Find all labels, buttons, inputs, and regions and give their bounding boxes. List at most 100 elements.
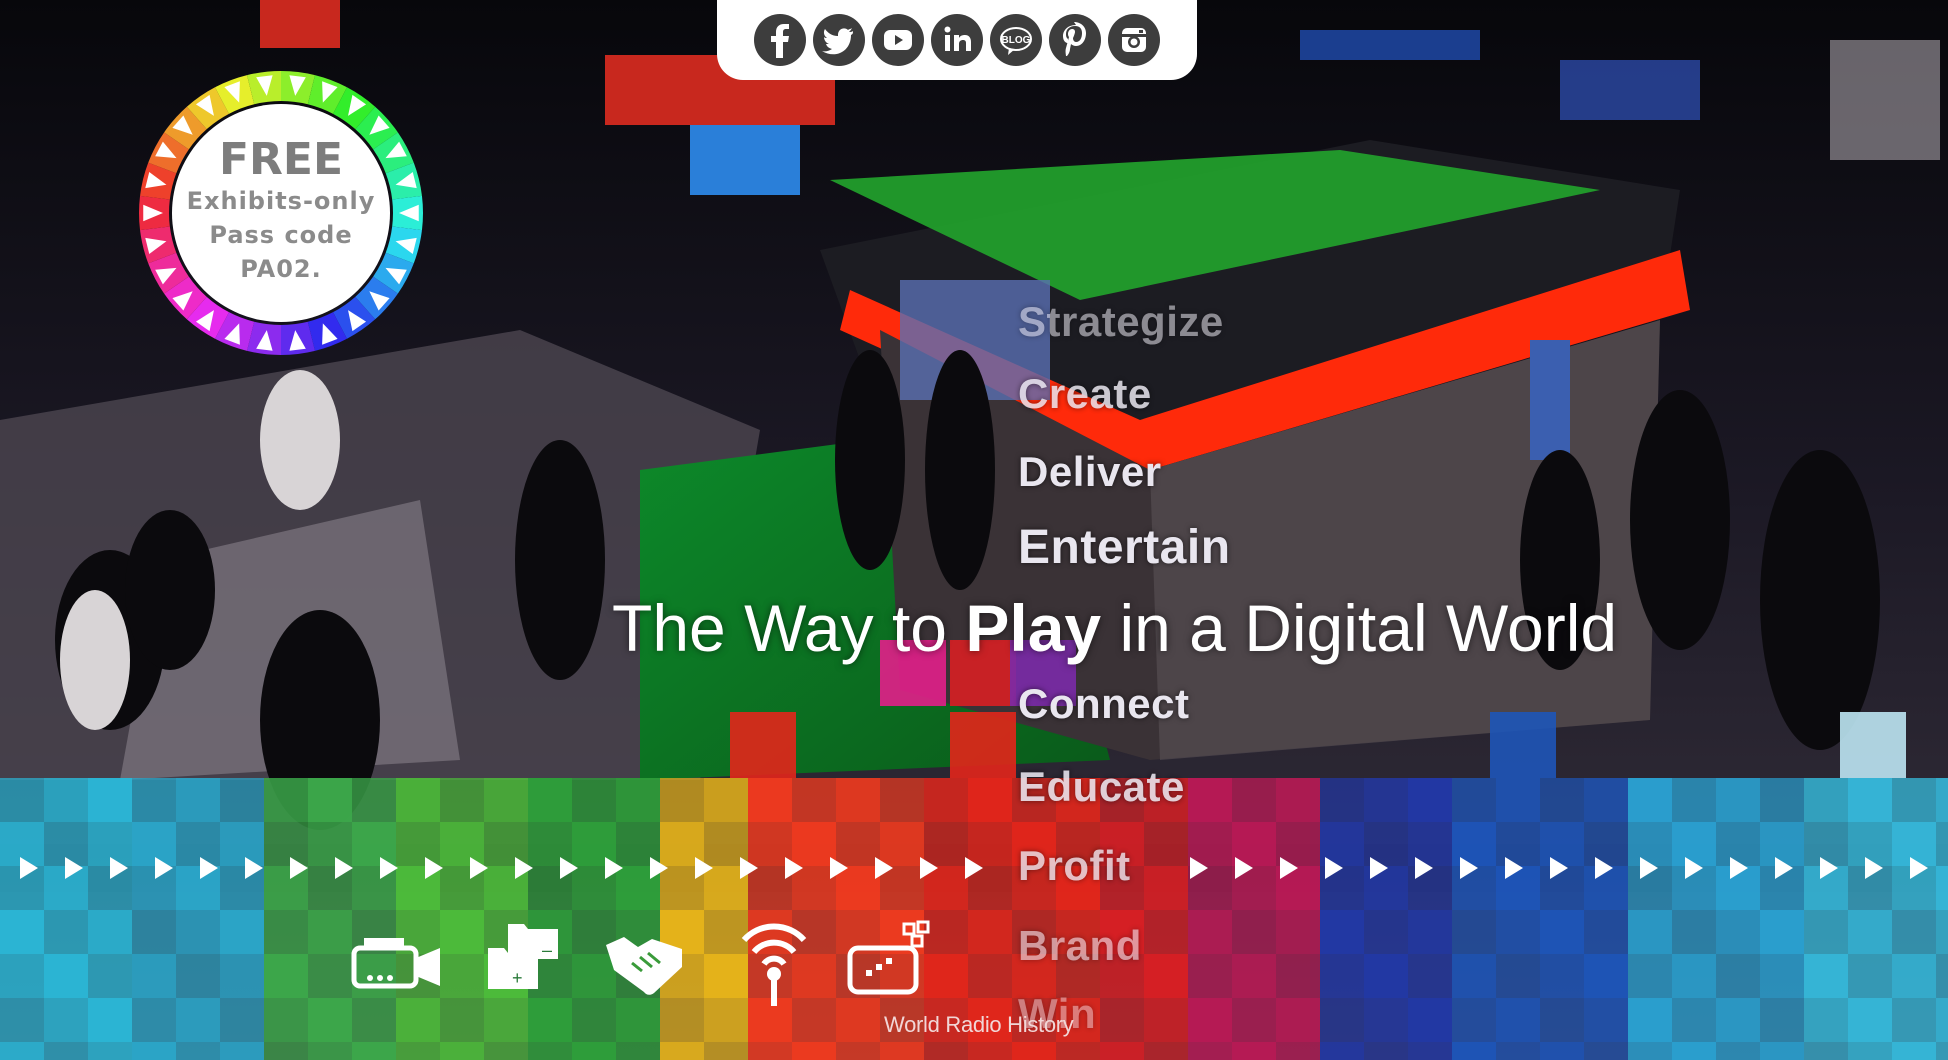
- mosaic-tile: [1936, 822, 1948, 866]
- mosaic-tile: [616, 998, 660, 1042]
- mosaic-tile: [1012, 1042, 1056, 1060]
- mosaic-tile: [1452, 822, 1496, 866]
- mosaic-tile: [88, 778, 132, 822]
- pinterest-icon[interactable]: [1049, 14, 1101, 66]
- mosaic-tile: [572, 822, 616, 866]
- mosaic-tile: [924, 822, 968, 866]
- mosaic-tile: [1804, 998, 1848, 1042]
- mosaic-tile: [1496, 998, 1540, 1042]
- linkedin-icon[interactable]: [931, 14, 983, 66]
- mosaic-tile: [1232, 1042, 1276, 1060]
- mosaic-tile: [528, 1042, 572, 1060]
- mosaic-tile: [1408, 998, 1452, 1042]
- mosaic-tile: [1540, 778, 1584, 822]
- mosaic-tile: [396, 1042, 440, 1060]
- mosaic-tile: [1848, 1042, 1892, 1060]
- mosaic-tile: [1672, 954, 1716, 998]
- mosaic-tile: [1628, 778, 1672, 822]
- mosaic-tile: [1716, 954, 1760, 998]
- mosaic-tile: [1936, 866, 1948, 910]
- headline-emphasis: Play: [965, 591, 1102, 665]
- mosaic-tile: [968, 954, 1012, 998]
- badge-text-block: FREE Exhibits-only Pass code PA02.: [172, 104, 390, 322]
- mosaic-tile: [1760, 954, 1804, 998]
- verb-entertain: Entertain: [1018, 521, 1231, 574]
- mosaic-tile: [1276, 954, 1320, 998]
- verb-strategize: Strategize: [1018, 298, 1224, 345]
- mosaic-tile: [1144, 1042, 1188, 1060]
- mosaic-tile: [1892, 822, 1936, 866]
- mosaic-tile: [1188, 822, 1232, 866]
- mosaic-tile: [792, 866, 836, 910]
- mosaic-tile: [1496, 954, 1540, 998]
- mosaic-tile: [1716, 822, 1760, 866]
- mosaic-tile: [132, 822, 176, 866]
- mosaic-tile: [836, 866, 880, 910]
- mosaic-tile: [220, 822, 264, 866]
- svg-text:–: –: [542, 940, 552, 960]
- mosaic-tile: [1936, 1042, 1948, 1060]
- mosaic-tile: [132, 954, 176, 998]
- twitter-icon[interactable]: [813, 14, 865, 66]
- mosaic-tile: [1496, 1042, 1540, 1060]
- mosaic-tile: [352, 822, 396, 866]
- blog-icon[interactable]: BLOG: [990, 14, 1042, 66]
- mosaic-tile: [1496, 910, 1540, 954]
- mosaic-tile: [1840, 712, 1906, 778]
- mosaic-tile: [396, 822, 440, 866]
- mosaic-tile: [132, 778, 176, 822]
- mosaic-tile: [1496, 778, 1540, 822]
- mosaic-tile: [264, 822, 308, 866]
- mosaic-tile: [1188, 998, 1232, 1042]
- mosaic-tile: [132, 1042, 176, 1060]
- mosaic-tile: [220, 1042, 264, 1060]
- mosaic-tile: [792, 778, 836, 822]
- mosaic-tile: [1452, 866, 1496, 910]
- mosaic-tile: [44, 954, 88, 998]
- mosaic-tile: [264, 1042, 308, 1060]
- mosaic-tile: [1760, 778, 1804, 822]
- mosaic-tile: [1144, 998, 1188, 1042]
- mosaic-tile: [880, 822, 924, 866]
- mosaic-tile: [1144, 910, 1188, 954]
- mosaic-tile: [1540, 910, 1584, 954]
- mosaic-tile: [1848, 910, 1892, 954]
- mosaic-tile: [1716, 910, 1760, 954]
- handshake-icon: [606, 937, 682, 995]
- mosaic-tile: [836, 998, 880, 1042]
- mosaic-tile: [176, 778, 220, 822]
- mosaic-tile: [0, 1042, 44, 1060]
- mosaic-tile: [0, 910, 44, 954]
- mosaic-tile: [1408, 866, 1452, 910]
- mosaic-tile: [484, 998, 528, 1042]
- mosaic-tile: [880, 866, 924, 910]
- mosaic-tile: [440, 998, 484, 1042]
- mosaic-tile: [440, 822, 484, 866]
- advertisement-page: BLOG FREE Exhibits-only Pass code PA02. …: [0, 0, 1948, 1060]
- mosaic-tile: [1672, 910, 1716, 954]
- mosaic-tile: [264, 998, 308, 1042]
- mosaic-tile: [616, 1042, 660, 1060]
- mosaic-tile: [1892, 998, 1936, 1042]
- mosaic-tile: [1892, 1042, 1936, 1060]
- headline-part1: The Way to: [612, 591, 966, 665]
- facebook-icon[interactable]: [754, 14, 806, 66]
- mosaic-tile: [132, 998, 176, 1042]
- mosaic-tile: [176, 910, 220, 954]
- verb-connect: Connect: [1018, 680, 1190, 727]
- wireless-antenna-icon: [741, 923, 807, 1006]
- mosaic-tile: [792, 822, 836, 866]
- instagram-icon[interactable]: [1108, 14, 1160, 66]
- mosaic-tile: [968, 822, 1012, 866]
- mosaic-tile: [836, 778, 880, 822]
- youtube-icon[interactable]: [872, 14, 924, 66]
- verb-brand: Brand: [1018, 922, 1142, 969]
- mosaic-tile: [308, 998, 352, 1042]
- mosaic-tile: [1540, 954, 1584, 998]
- mosaic-tile: [1892, 910, 1936, 954]
- mosaic-tile: [220, 778, 264, 822]
- mosaic-tile: [308, 1042, 352, 1060]
- camera-icon: [351, 938, 440, 989]
- mosaic-tile: [132, 866, 176, 910]
- mosaic-tile: [1848, 954, 1892, 998]
